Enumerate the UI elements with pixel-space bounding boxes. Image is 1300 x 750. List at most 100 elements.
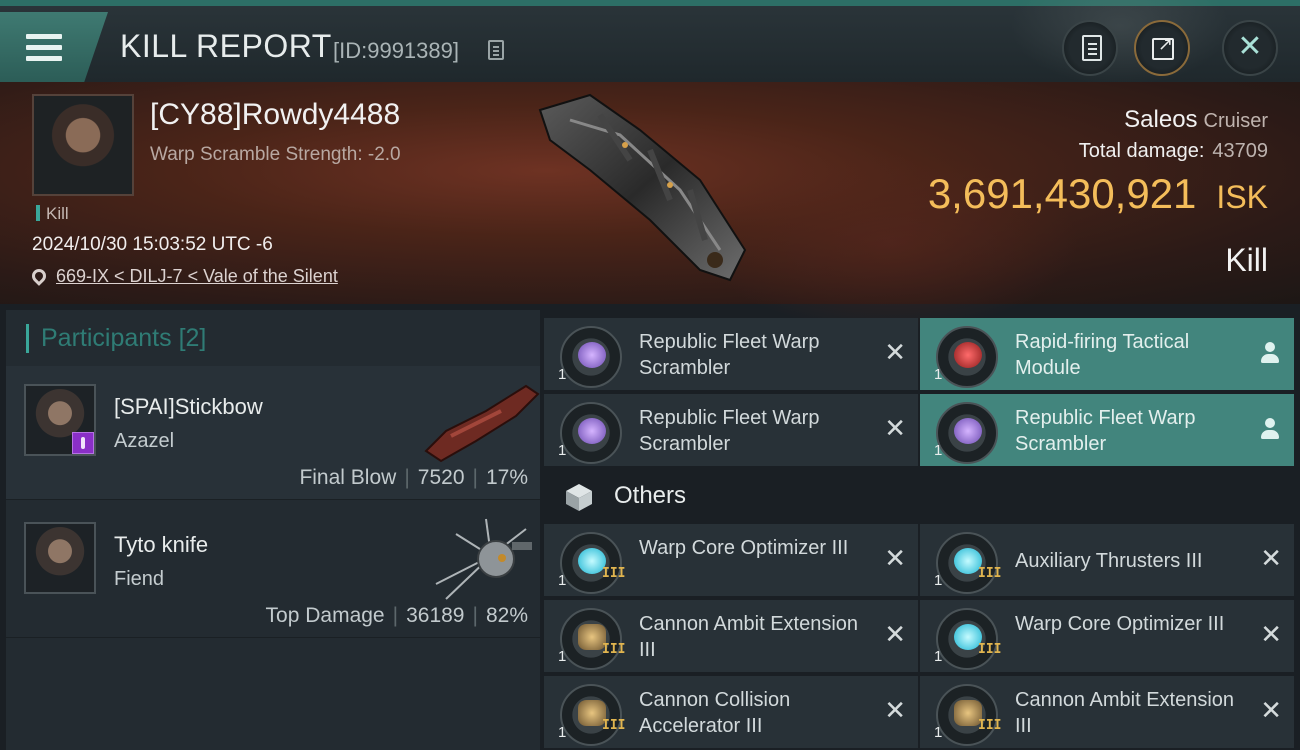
result-label: Kill bbox=[1225, 242, 1268, 278]
participant-name: Tyto knife bbox=[114, 532, 209, 557]
auxiliary-thrusters-icon bbox=[936, 532, 998, 594]
module-qty: 1 bbox=[558, 648, 567, 665]
victim-name[interactable]: [CY88]Rowdy4488 bbox=[150, 98, 400, 132]
ship-class: Cruiser bbox=[1203, 110, 1268, 132]
module-label: Republic Fleet Warp Scrambler bbox=[639, 331, 820, 379]
cannon-collision-accelerator-icon bbox=[560, 684, 622, 746]
total-damage: Total damage: 43709 bbox=[1079, 140, 1268, 163]
module-item[interactable]: III 1 Auxiliary Thrusters III ✕ bbox=[920, 524, 1294, 596]
destroyed-x-icon: ✕ bbox=[884, 696, 906, 726]
victim-ship-image bbox=[538, 93, 747, 282]
participant-ship: Azazel bbox=[114, 430, 175, 452]
module-qty: 1 bbox=[934, 724, 943, 741]
module-item[interactable]: 1 Republic Fleet Warp Scrambler ✕ bbox=[544, 318, 918, 390]
destroyed-x-icon: ✕ bbox=[1260, 544, 1282, 574]
warp-scrambler-icon bbox=[936, 402, 998, 464]
participants-count: [2] bbox=[178, 324, 207, 352]
cube-icon bbox=[566, 484, 592, 511]
module-label: Rapid-firing Tactical Module bbox=[1015, 331, 1190, 379]
final-blow-badge-icon bbox=[72, 432, 94, 454]
module-item[interactable]: III 1 Cannon Ambit Extension III ✕ bbox=[920, 676, 1294, 748]
module-qty: 1 bbox=[934, 366, 943, 383]
module-qty: 1 bbox=[558, 572, 567, 589]
others-section-header: Others bbox=[544, 470, 1300, 522]
participants-panel: Participants [2] [SPAI]Stickbow Azazel F… bbox=[6, 310, 540, 750]
module-label: Cannon Ambit Extension III bbox=[639, 613, 859, 661]
close-icon: ✕ bbox=[1237, 29, 1263, 64]
module-item[interactable]: 1 Republic Fleet Warp Scrambler bbox=[920, 394, 1294, 466]
warp-core-optimizer-icon bbox=[560, 532, 622, 594]
participant-stats: Final Blow | 7520 | 17% bbox=[299, 466, 528, 489]
participant-ship: Fiend bbox=[114, 568, 165, 590]
module-item[interactable]: 1 Rapid-firing Tactical Module bbox=[920, 318, 1294, 390]
share-button[interactable] bbox=[1134, 20, 1190, 76]
participant-percent: 82% bbox=[485, 604, 528, 627]
dropped-person-icon bbox=[1260, 418, 1280, 442]
participant-ship-image bbox=[435, 518, 532, 600]
tier-badge-icon: III bbox=[978, 718, 1002, 733]
destroyed-x-icon: ✕ bbox=[884, 620, 906, 650]
report-document-button[interactable] bbox=[1062, 20, 1118, 76]
module-qty: 1 bbox=[558, 442, 567, 459]
hamburger-icon bbox=[26, 34, 62, 64]
participant-portrait[interactable] bbox=[24, 522, 96, 594]
participants-title: Participants bbox=[41, 324, 172, 352]
module-item[interactable]: III 1 Cannon Ambit Extension III ✕ bbox=[544, 600, 918, 672]
module-qty: 1 bbox=[934, 648, 943, 665]
warp-scrambler-icon bbox=[560, 326, 622, 388]
tier-badge-icon: III bbox=[602, 566, 626, 581]
location-link[interactable]: 669-IX < DILJ-7 < Vale of the Silent bbox=[29, 266, 338, 287]
tactical-module-icon bbox=[936, 326, 998, 388]
tier-badge-icon: III bbox=[602, 642, 626, 657]
participant-card[interactable]: [SPAI]Stickbow Azazel Final Blow | 7520 | 17… bbox=[6, 366, 540, 500]
module-item[interactable]: 1 Republic Fleet Warp Scrambler ✕ bbox=[544, 394, 918, 466]
kill-timestamp: 2024/10/30 15:03:52 UTC -6 bbox=[32, 234, 273, 255]
victim-banner: [CY88]Rowdy4488 Warp Scramble Strength: … bbox=[0, 82, 1300, 332]
destroyed-x-icon: ✕ bbox=[1260, 620, 1282, 650]
module-item[interactable]: III 1 Warp Core Optimizer III ✕ bbox=[920, 600, 1294, 672]
close-button[interactable]: ✕ bbox=[1222, 20, 1278, 76]
victim-portrait[interactable] bbox=[32, 94, 134, 196]
others-label: Others bbox=[614, 482, 687, 509]
participant-stats: Top Damage | 36189 | 82% bbox=[265, 604, 528, 627]
module-label: Cannon Collision Accelerator III bbox=[639, 689, 791, 737]
destroyed-x-icon: ✕ bbox=[884, 544, 906, 574]
modules-panel: 1 Republic Fleet Warp Scrambler ✕ 1 Rapi… bbox=[544, 318, 1300, 750]
kill-id: [ID:9991389] bbox=[333, 38, 459, 63]
destroyed-x-icon: ✕ bbox=[884, 338, 906, 368]
kill-report-window: KILL REPORT [ID:9991389] ✕ [CY88]Rowdy44… bbox=[0, 0, 1300, 750]
header-decoration bbox=[1010, 0, 1230, 86]
menu-button[interactable] bbox=[0, 12, 108, 82]
cannon-ambit-extension-icon bbox=[936, 684, 998, 746]
header-bar: KILL REPORT [ID:9991389] ✕ bbox=[0, 0, 1300, 86]
participant-damage: 7520 bbox=[417, 466, 465, 489]
victim-ship: Saleos Cruiser bbox=[1124, 106, 1268, 134]
copy-icon[interactable] bbox=[488, 40, 504, 60]
participant-name: [SPAI]Stickbow bbox=[114, 394, 263, 419]
isk-value: 3,691,430,921 bbox=[927, 170, 1197, 217]
cannon-ambit-extension-icon bbox=[560, 608, 622, 670]
module-qty: 1 bbox=[558, 724, 567, 741]
isk-loss: 3,691,430,921 ISK bbox=[928, 170, 1268, 218]
warp-core-optimizer-icon bbox=[936, 608, 998, 670]
module-qty: 1 bbox=[558, 366, 567, 383]
location-text[interactable]: 669-IX < DILJ-7 < Vale of the Silent bbox=[56, 266, 338, 286]
page-title: KILL REPORT bbox=[120, 28, 332, 64]
participant-card[interactable]: Tyto knife Fiend Top Damage | 36189 | 82% bbox=[6, 504, 540, 638]
participant-ship-image bbox=[424, 384, 540, 463]
module-item[interactable]: III 1 Cannon Collision Accelerator III ✕ bbox=[544, 676, 918, 748]
damage-label: Total damage: bbox=[1078, 140, 1205, 162]
ship-name[interactable]: Saleos bbox=[1124, 106, 1197, 133]
participant-role: Final Blow bbox=[299, 466, 397, 489]
module-label: Warp Core Optimizer III bbox=[639, 537, 849, 559]
warp-scrambler-icon bbox=[560, 402, 622, 464]
module-item[interactable]: III 1 Warp Core Optimizer III ✕ bbox=[544, 524, 918, 596]
participant-damage: 36189 bbox=[406, 604, 465, 627]
damage-value: 43709 bbox=[1212, 140, 1268, 162]
document-icon bbox=[1082, 35, 1102, 61]
module-qty: 1 bbox=[934, 572, 943, 589]
victim-subtitle: Warp Scramble Strength: -2.0 bbox=[150, 144, 401, 165]
module-qty: 1 bbox=[934, 442, 943, 459]
module-label: Cannon Ambit Extension III bbox=[1015, 689, 1235, 737]
tier-badge-icon: III bbox=[602, 718, 626, 733]
